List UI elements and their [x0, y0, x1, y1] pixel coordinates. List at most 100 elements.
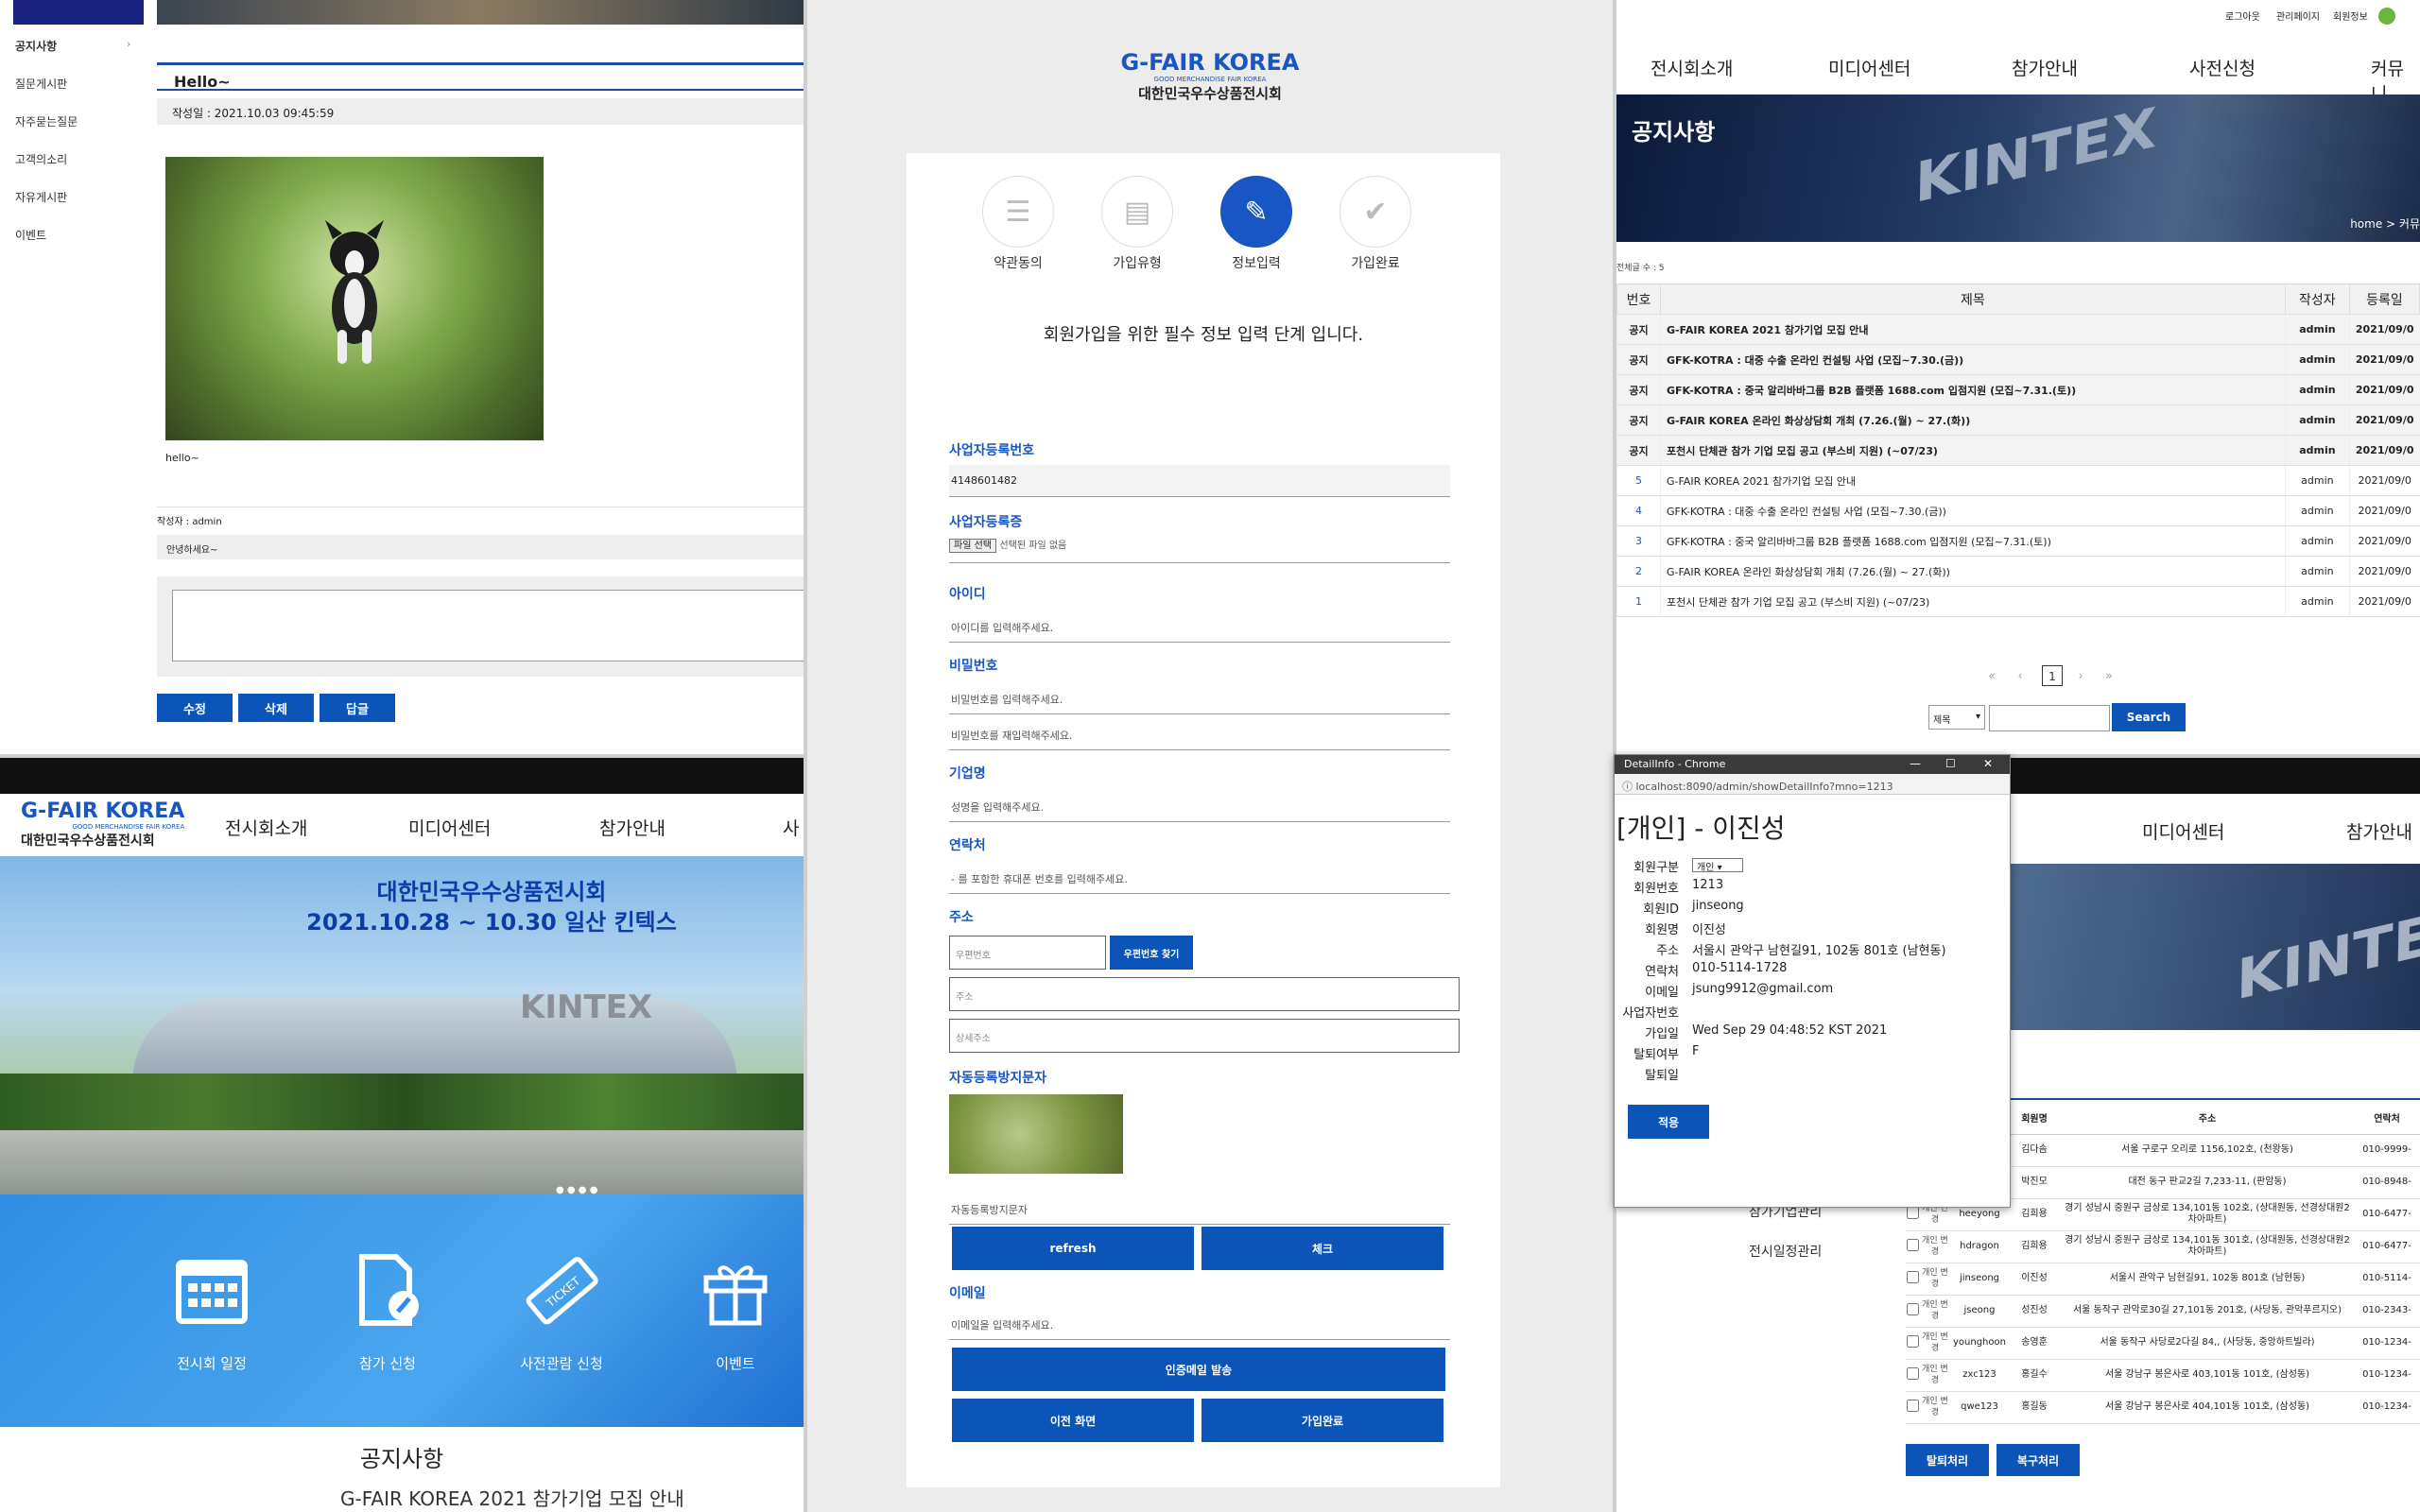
id-input[interactable]: 아이디를 입력해주세요.	[949, 610, 1450, 643]
sidebar-item-schedule[interactable]: 전시일정관리	[1749, 1242, 1822, 1261]
logout-link[interactable]: 로그아웃	[2225, 9, 2260, 23]
search-button[interactable]: Search	[2112, 703, 2186, 731]
notice-first-item[interactable]: G-FAIR KOREA 2021 참가기업 모집 안내	[340, 1484, 684, 1511]
sidebar-item-event[interactable]: 이벤트	[15, 227, 46, 243]
quick-schedule[interactable]: 전시회 일정	[155, 1251, 268, 1373]
biz-no-input[interactable]: 4148601482	[949, 465, 1450, 497]
table-row[interactable]: 3 GFK-KOTRA : 중국 알리바바그룹 B2B 플랫폼 1688.com …	[1616, 525, 2420, 557]
quick-event[interactable]: 이벤트	[679, 1251, 792, 1373]
signup-complete-button[interactable]: 가입완료	[1201, 1399, 1443, 1442]
sidebar-item-voice[interactable]: 고객의소리	[15, 151, 67, 167]
row-checkbox[interactable]	[1906, 1270, 1919, 1283]
table-row[interactable]: 4 GFK-KOTRA : 대중 수출 온라인 컨설팅 사업 (모집~7.30.(…	[1616, 495, 2420, 526]
row-name: 박진모	[2008, 1166, 2061, 1199]
send-auth-mail-button[interactable]: 인증메일 발송	[952, 1348, 1445, 1391]
table-row[interactable]: 공지 포천시 단체관 참가 기업 모집 공고 (부스비 지원) (~07/23) a…	[1616, 435, 2420, 466]
nav-exhibition[interactable]: 전시회소개	[225, 815, 307, 840]
first-page-button[interactable]: «	[1981, 665, 2002, 686]
row-title[interactable]: 포천시 단체관 참가 기업 모집 공고 (부스비 지원) (~07/23)	[1660, 435, 2286, 466]
captcha-check-button[interactable]: 체크	[1201, 1227, 1443, 1270]
search-input[interactable]	[1989, 705, 2110, 731]
zip-search-button[interactable]: 우편번호 찾기	[1110, 936, 1193, 970]
table-row[interactable]: 공지 GFK-KOTRA : 중국 알리바바그룹 B2B 플랫폼 1688.com…	[1616, 374, 2420, 405]
sidebar-item-qna[interactable]: 질문게시판	[15, 76, 67, 92]
email-input[interactable]: 이메일을 입력해주세요.	[949, 1308, 1450, 1340]
withdraw-button[interactable]: 탈퇴처리	[1906, 1444, 1989, 1476]
pw-confirm-input[interactable]: 비밀번호를 재입력해주세요.	[949, 718, 1450, 750]
nav-exhibition[interactable]: 전시회소개	[1651, 55, 1733, 80]
nav-media[interactable]: 미디어센터	[408, 815, 491, 840]
pw-input[interactable]: 비밀번호를 입력해주세요.	[949, 682, 1450, 714]
address-bar[interactable]: ⓘ localhost:8090/admin/showDetailInfo?mn…	[1615, 774, 2010, 795]
table-row[interactable]: 개인 변경 hdragon 김희용 경기 성남시 중원구 금상로 134,101동 3…	[1906, 1230, 2420, 1263]
nav-cut[interactable]: 사	[783, 815, 799, 840]
avatar[interactable]	[2378, 8, 2395, 25]
site-logo[interactable]: G-FAIR KOREA GOOD MERCHANDISE FAIR KOREA…	[807, 49, 1613, 103]
nav-participate[interactable]: 참가안내	[2012, 55, 2078, 80]
delete-button[interactable]: 삭제	[238, 694, 314, 722]
table-row[interactable]: 개인 변경 jinseong 이진성 서울시 관악구 남현길91, 102동 801호…	[1906, 1263, 2420, 1296]
table-row[interactable]: 개인 변경 jseong 성진성 서울 동작구 관악로30길 27,101동 201호…	[1906, 1295, 2420, 1328]
next-page-button[interactable]: ›	[2070, 665, 2091, 686]
member-type-select[interactable]: 개인 ▾	[1692, 858, 1743, 873]
admin-link[interactable]: 관리페이지	[2276, 9, 2320, 23]
nav-preapply[interactable]: 사전신청	[2189, 55, 2256, 80]
table-row[interactable]: 5 G-FAIR KOREA 2021 참가기업 모집 안내 admin 2021/0…	[1616, 465, 2420, 496]
apply-button[interactable]: 적용	[1628, 1105, 1709, 1139]
prev-button[interactable]: 이전 화면	[952, 1399, 1194, 1442]
row-checkbox[interactable]	[1906, 1334, 1919, 1348]
table-row[interactable]: 2 G-FAIR KOREA 온라인 화상상담회 개최 (7.26.(월) ~ 2…	[1616, 556, 2420, 587]
reply-button[interactable]: 답글	[320, 694, 395, 722]
table-row[interactable]: 개인 변경 zxc123 홍길수 서울 강남구 봉은사로 403,101동 101호,…	[1906, 1359, 2420, 1392]
table-row[interactable]: 공지 GFK-KOTRA : 대중 수출 온라인 컨설팅 사업 (모집~7.30.…	[1616, 344, 2420, 375]
restore-button[interactable]: 복구처리	[1996, 1444, 2080, 1476]
member-info-link[interactable]: 회원정보	[2333, 9, 2368, 23]
nav-participate[interactable]: 참가안내	[599, 815, 666, 840]
close-icon[interactable]: ✕	[1983, 757, 1993, 770]
row-title[interactable]: 포천시 단체관 참가 기업 모집 공고 (부스비 지원) (~07/23)	[1660, 586, 2286, 617]
table-row[interactable]: 개인 변경 qwe123 홍길동 서울 강남구 봉은사로 404,101동 101호,…	[1906, 1391, 2420, 1424]
table-row[interactable]: 공지 G-FAIR KOREA 2021 참가기업 모집 안내 admin 2021/…	[1616, 314, 2420, 345]
row-title[interactable]: G-FAIR KOREA 온라인 화상상담회 개최 (7.26.(월) ~ 27…	[1660, 404, 2286, 436]
nav-media[interactable]: 미디어센터	[1828, 55, 1910, 80]
sidebar-item-faq[interactable]: 자주묻는질문	[15, 113, 78, 129]
row-title[interactable]: GFK-KOTRA : 대중 수출 온라인 컨설팅 사업 (모집~7.30.(금…	[1660, 495, 2286, 526]
site-logo[interactable]: G-FAIR KOREA GOOD MERCHANDISE FAIR KOREA…	[21, 799, 184, 850]
row-checkbox[interactable]	[1906, 1206, 1919, 1219]
table-row[interactable]: 개인 변경 younghoon 송영훈 서울 동작구 사당로2다길 84,, (사당동…	[1906, 1327, 2420, 1360]
quick-preview[interactable]: TICKET 사전관람 신청	[505, 1251, 618, 1373]
sidebar-item-free[interactable]: 자유게시판	[15, 189, 67, 205]
row-checkbox[interactable]	[1906, 1302, 1919, 1315]
row-checkbox[interactable]	[1906, 1366, 1919, 1380]
row-title[interactable]: GFK-KOTRA : 중국 알리바바그룹 B2B 플랫폼 1688.com 입…	[1660, 374, 2286, 405]
last-page-button[interactable]: »	[2099, 665, 2119, 686]
zip-input[interactable]: 우편번호	[949, 936, 1106, 970]
page-1-button[interactable]: 1	[2042, 665, 2063, 686]
maximize-icon[interactable]: ☐	[1945, 757, 1956, 770]
nav-media[interactable]: 미디어센터	[2142, 818, 2224, 844]
phone-input[interactable]: - 를 포함한 휴대폰 번호를 입력해주세요.	[949, 862, 1450, 894]
row-title[interactable]: GFK-KOTRA : 대중 수출 온라인 컨설팅 사업 (모집~7.30.(금…	[1660, 344, 2286, 375]
row-checkbox[interactable]	[1906, 1399, 1919, 1412]
minimize-icon[interactable]: —	[1910, 757, 1921, 770]
row-title[interactable]: G-FAIR KOREA 온라인 화상상담회 개최 (7.26.(월) ~ 27…	[1660, 556, 2286, 587]
search-type-select[interactable]: 제목 ▾	[1928, 705, 1985, 730]
file-select-button[interactable]: 파일 선택	[949, 539, 996, 553]
edit-button[interactable]: 수정	[157, 694, 233, 722]
row-title[interactable]: G-FAIR KOREA 2021 참가기업 모집 안내	[1660, 314, 2286, 345]
captcha-input[interactable]: 자동등록방지문자	[949, 1193, 1450, 1225]
row-checkbox[interactable]	[1906, 1238, 1919, 1251]
row-title[interactable]: GFK-KOTRA : 중국 알리바바그룹 B2B 플랫폼 1688.com 입…	[1660, 525, 2286, 557]
quick-apply[interactable]: 참가 신청	[331, 1251, 444, 1373]
captcha-refresh-button[interactable]: refresh	[952, 1227, 1194, 1270]
reply-input[interactable]	[172, 590, 804, 662]
table-row[interactable]: 공지 G-FAIR KOREA 온라인 화상상담회 개최 (7.26.(월) ~ …	[1616, 404, 2420, 436]
row-title[interactable]: G-FAIR KOREA 2021 참가기업 모집 안내	[1660, 465, 2286, 496]
sidebar-item-notice[interactable]: 공지사항	[15, 38, 57, 54]
address-input[interactable]: 주소	[949, 977, 1460, 1011]
nav-participate[interactable]: 참가안내	[2346, 818, 2412, 844]
company-input[interactable]: 성명을 입력해주세요.	[949, 790, 1450, 822]
address-detail-input[interactable]: 상세주소	[949, 1019, 1460, 1053]
prev-page-button[interactable]: ‹	[2010, 665, 2031, 686]
table-row[interactable]: 1 포천시 단체관 참가 기업 모집 공고 (부스비 지원) (~07/23) ad…	[1616, 586, 2420, 617]
